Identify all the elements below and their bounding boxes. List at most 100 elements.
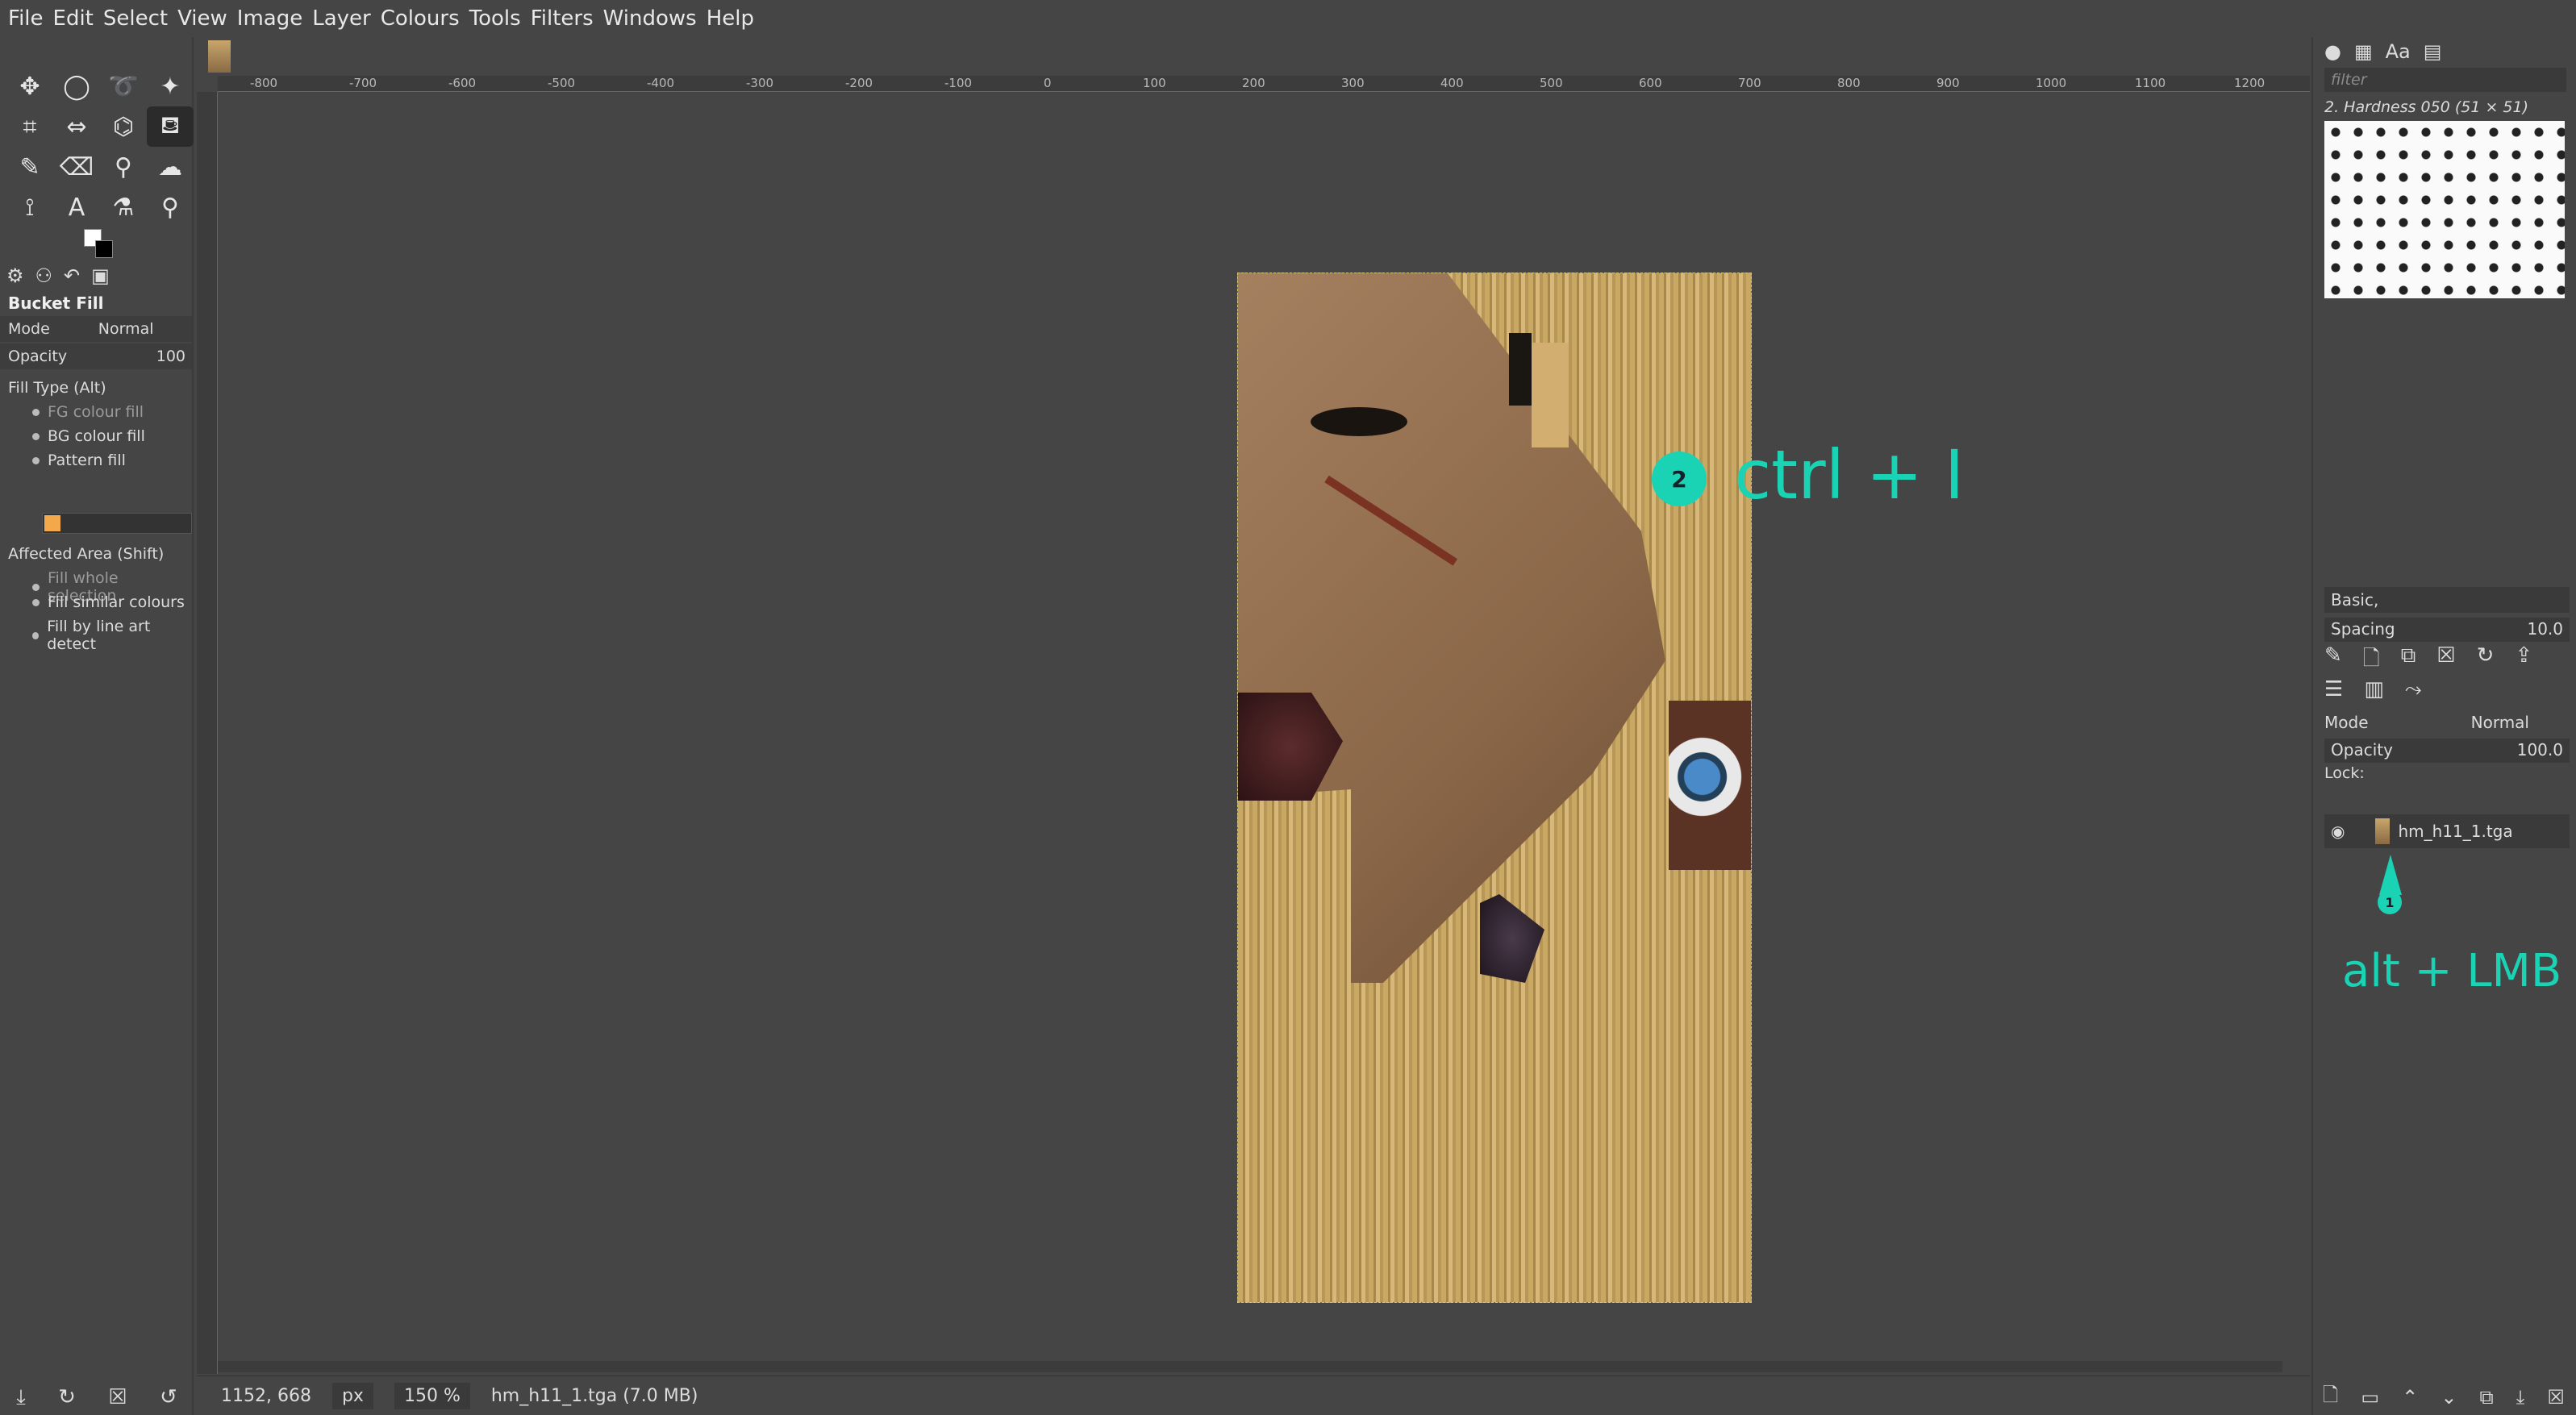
- paths-tab-icon[interactable]: ⤳: [2405, 677, 2422, 702]
- image-tab-thumbnail[interactable]: [208, 40, 231, 73]
- lock-label: Lock:: [2324, 764, 2365, 782]
- affected-area-label: Affected Area (Shift): [8, 545, 165, 563]
- delete-brush-icon[interactable]: ☒: [2436, 643, 2455, 679]
- vertical-ruler[interactable]: [197, 92, 218, 1374]
- paths-icon[interactable]: ⟟: [6, 187, 53, 227]
- menu-image[interactable]: Image: [237, 6, 302, 31]
- bg-colour-fill-radio[interactable]: BG colour fill: [32, 427, 145, 445]
- menu-edit[interactable]: Edit: [53, 6, 94, 31]
- edit-brush-icon[interactable]: ✎: [2324, 643, 2342, 679]
- zoom-icon[interactable]: ⚲: [147, 187, 194, 227]
- layer-mode-dropdown[interactable]: Normal: [2471, 713, 2529, 732]
- menu-file[interactable]: File: [8, 6, 44, 31]
- menu-select[interactable]: Select: [103, 6, 168, 31]
- layer-row[interactable]: ◉ hm_h11_1.tga: [2324, 814, 2570, 848]
- lower-layer-icon[interactable]: ⌄: [2441, 1386, 2457, 1409]
- ruler-tick-label: 500: [1540, 76, 1563, 90]
- open-brush-icon[interactable]: ⇪: [2515, 643, 2532, 679]
- brush-grid[interactable]: [2324, 121, 2565, 298]
- undo-history-tab-icon[interactable]: ↶: [64, 264, 80, 287]
- ruler-tick-label: -600: [448, 76, 477, 90]
- zoom-dropdown[interactable]: 150 %: [394, 1382, 470, 1409]
- move-tool-icon[interactable]: ✥: [6, 66, 53, 106]
- fonts-tab-icon[interactable]: Aa: [2386, 40, 2411, 63]
- mode-dropdown[interactable]: Normal: [98, 320, 154, 338]
- fg-colour-fill-radio[interactable]: FG colour fill: [32, 403, 144, 421]
- layer-name[interactable]: hm_h11_1.tga: [2398, 822, 2512, 841]
- crop-icon[interactable]: ⌗: [6, 106, 53, 147]
- fill-line-art-radio[interactable]: Fill by line art detect: [32, 618, 192, 653]
- duplicate-brush-icon[interactable]: ⧉: [2401, 643, 2416, 679]
- ruler-tick-label: 800: [1837, 76, 1861, 90]
- refresh-brushes-icon[interactable]: ↻: [2477, 643, 2495, 679]
- ruler-tick-label: 400: [1440, 76, 1464, 90]
- mode-row[interactable]: Mode Normal: [0, 316, 192, 342]
- document-history-tab-icon[interactable]: ▤: [2424, 40, 2442, 63]
- menu-layer[interactable]: Layer: [312, 6, 371, 31]
- device-status-tab-icon[interactable]: ⚇: [35, 264, 53, 287]
- new-brush-icon[interactable]: 🗋: [2363, 643, 2380, 679]
- brush-filter-input[interactable]: filter: [2324, 68, 2566, 92]
- delete-layer-icon[interactable]: ☒: [2547, 1386, 2565, 1409]
- right-dock: ● ▦ Aa ▤ filter 2. Hardness 050 (51 × 51…: [2311, 37, 2576, 1415]
- brush-preset-dropdown[interactable]: Basic,: [2324, 587, 2570, 613]
- raise-layer-icon[interactable]: ⌃: [2402, 1386, 2418, 1409]
- unified-transform-icon[interactable]: ⇔: [53, 106, 100, 147]
- ruler-tick-label: 0: [1044, 76, 1052, 90]
- ruler-tick-label: 100: [1143, 76, 1166, 90]
- patterns-tab-icon[interactable]: ▦: [2354, 40, 2373, 63]
- ellipse-select-icon[interactable]: ◯: [53, 66, 100, 106]
- layer-opacity-slider[interactable]: Opacity 100.0: [2324, 739, 2570, 763]
- bucket-fill-icon[interactable]: ⛾: [147, 106, 194, 147]
- menu-help[interactable]: Help: [707, 6, 754, 31]
- menu-windows[interactable]: Windows: [603, 6, 697, 31]
- horizontal-scrollbar[interactable]: [218, 1361, 2282, 1372]
- images-tab-icon[interactable]: ▣: [91, 264, 110, 287]
- menu-view[interactable]: View: [177, 6, 227, 31]
- pattern-swatch[interactable]: [42, 513, 192, 534]
- ruler-tick-label: -800: [250, 76, 278, 90]
- toolbox: ✥ ◯ ➰ ✦ ⌗ ⇔ ⌬ ⛾ ✎ ⌫ ⚲ ☁ ⟟ A ⚗ ⚲ ⚙ ⚇ ↶ ▣ …: [0, 37, 194, 1415]
- smudge-icon[interactable]: ☁: [147, 147, 194, 187]
- unit-dropdown[interactable]: px: [331, 1382, 373, 1409]
- lasso-icon[interactable]: ➰: [100, 66, 147, 106]
- current-brush-name: 2. Hardness 050 (51 × 51): [2324, 98, 2529, 116]
- eraser-icon[interactable]: ⌫: [53, 147, 100, 187]
- fill-similar-colours-radio[interactable]: Fill similar colours: [32, 593, 185, 611]
- brushes-tab-icon[interactable]: ●: [2324, 40, 2341, 63]
- merge-layer-icon[interactable]: ⤓: [2516, 1386, 2525, 1409]
- image-canvas[interactable]: [1237, 273, 1752, 1303]
- restore-options-icon[interactable]: ↻: [58, 1385, 76, 1409]
- fg-bg-colors[interactable]: [84, 229, 116, 261]
- ruler-tick-label: 1000: [2036, 76, 2067, 90]
- save-options-icon[interactable]: ⤓: [16, 1385, 26, 1410]
- layer-mode-row[interactable]: Mode Normal: [2324, 710, 2570, 735]
- visibility-eye-icon[interactable]: ◉: [2331, 822, 2345, 841]
- ruler-tick-label: -400: [647, 76, 675, 90]
- new-layer-group-icon[interactable]: ▭: [2361, 1386, 2379, 1409]
- text-tool-icon[interactable]: A: [53, 187, 100, 227]
- new-layer-icon[interactable]: 🗋: [2323, 1381, 2338, 1414]
- menu-tools[interactable]: Tools: [469, 6, 521, 31]
- channels-tab-icon[interactable]: ▥: [2364, 677, 2384, 702]
- background-color-swatch[interactable]: [95, 240, 113, 258]
- paintbrush-icon[interactable]: ✎: [6, 147, 53, 187]
- pattern-fill-radio[interactable]: Pattern fill: [32, 452, 126, 469]
- delete-options-icon[interactable]: ☒: [108, 1385, 127, 1409]
- menu-colours[interactable]: Colours: [381, 6, 460, 31]
- color-picker-icon[interactable]: ⚗: [100, 187, 147, 227]
- horizontal-ruler[interactable]: -800 -700 -600 -500 -400 -300 -200 -100 0 100 200 3…: [218, 76, 2310, 92]
- brush-spacing-slider[interactable]: Spacing 10.0: [2324, 618, 2570, 642]
- fuzzy-select-icon[interactable]: ✦: [147, 66, 194, 106]
- canvas-area[interactable]: -800 -700 -600 -500 -400 -300 -200 -100 0 100 200 3…: [197, 37, 2507, 1375]
- reset-options-icon[interactable]: ↺: [160, 1385, 177, 1409]
- opacity-label: Opacity: [8, 348, 68, 365]
- layers-tab-icon[interactable]: ☰: [2324, 677, 2343, 702]
- clone-icon[interactable]: ⚲: [100, 147, 147, 187]
- tool-options-tab-icon[interactable]: ⚙: [6, 264, 24, 287]
- duplicate-layer-icon[interactable]: ⧉: [2479, 1386, 2493, 1409]
- spacing-label: Spacing: [2331, 619, 2395, 639]
- menu-filters[interactable]: Filters: [531, 6, 594, 31]
- opacity-slider[interactable]: Opacity 100: [0, 343, 192, 369]
- warp-transform-icon[interactable]: ⌬: [100, 106, 147, 147]
